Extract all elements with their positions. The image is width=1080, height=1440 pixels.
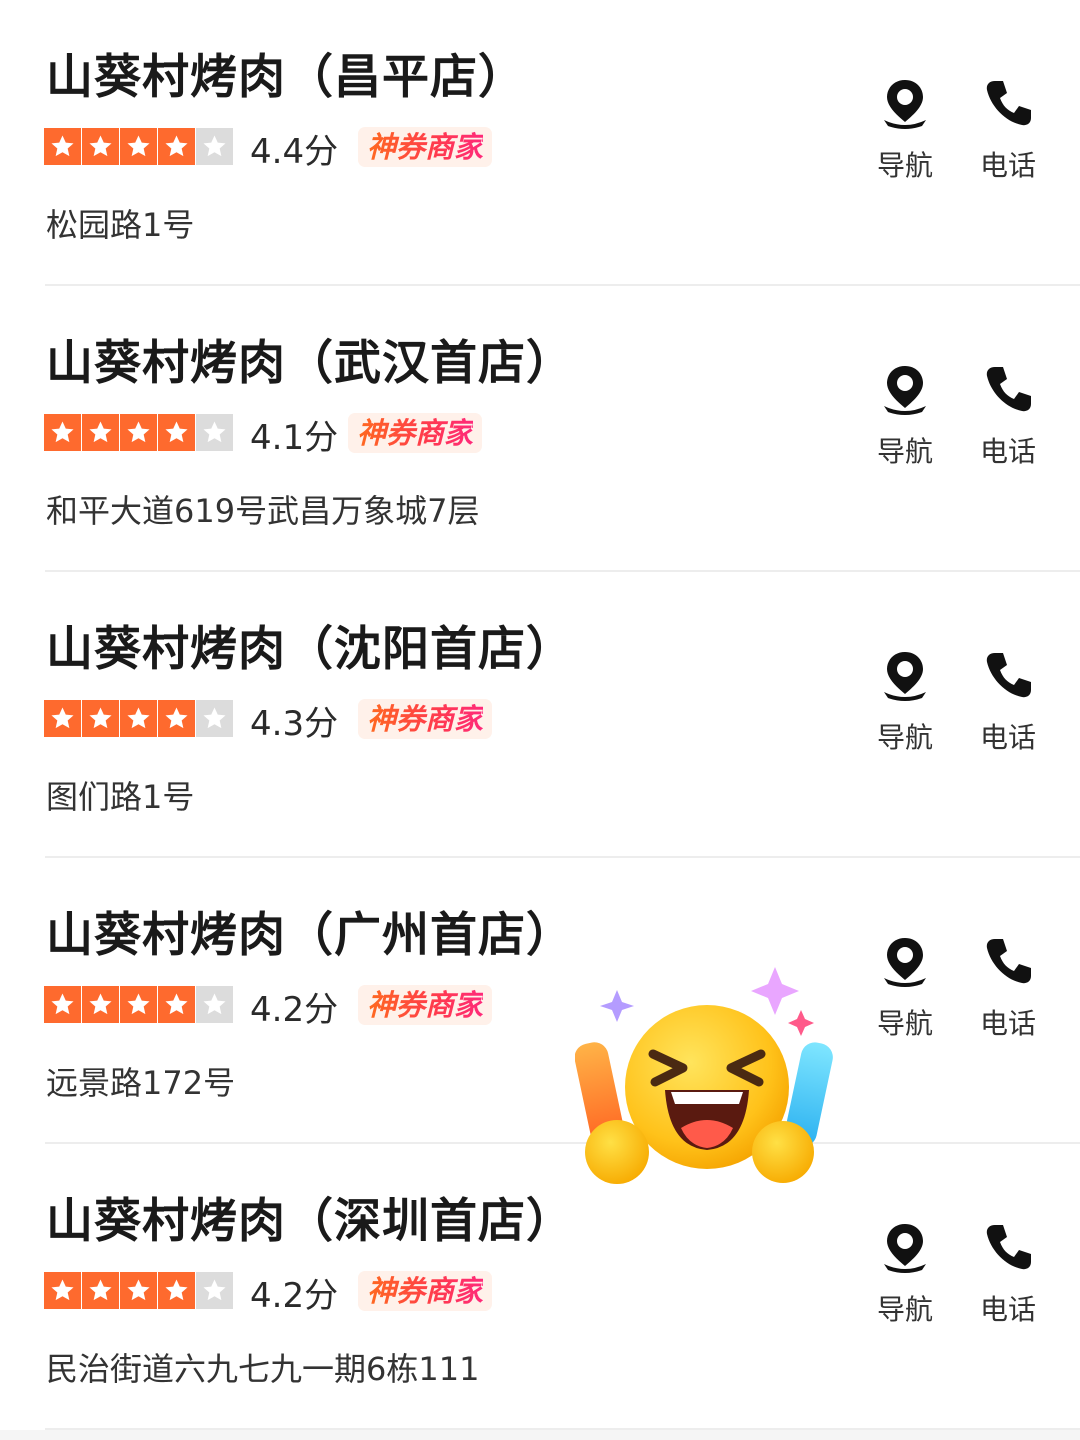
navigate-button[interactable]: 导航 <box>865 362 945 472</box>
navigate-label: 导航 <box>876 1293 933 1326</box>
call-button[interactable]: 电话 <box>968 934 1048 1044</box>
store-address: 图们路1号 <box>46 778 195 816</box>
call-label: 电话 <box>979 1293 1036 1326</box>
call-button[interactable]: 电话 <box>968 648 1048 758</box>
store-item[interactable]: 山葵村烤肉（昌平店） 4.4分 神券商家松园路1号 导航 电话 <box>0 0 1080 286</box>
location-pin-icon <box>884 366 926 415</box>
location-pin-icon <box>884 1224 926 1273</box>
store-address: 松园路1号 <box>46 206 195 244</box>
store-item[interactable]: 山葵村烤肉（武汉首店） 4.1分 神券商家和平大道619号武昌万象城7层 导航 电话 <box>0 286 1080 572</box>
store-name[interactable]: 山葵村烤肉（武汉首店） <box>46 324 574 393</box>
phone-icon <box>986 939 1031 984</box>
star-icon <box>158 414 195 451</box>
star-icon <box>44 414 81 451</box>
navigate-button[interactable]: 导航 <box>865 934 945 1044</box>
laughing-face-emoji <box>575 967 833 1184</box>
store-item[interactable]: 山葵村烤肉（深圳首店） 4.2分 神券商家民治街道六九七九一期6栋111 导航 电话 <box>0 1144 1080 1430</box>
navigate-button[interactable]: 导航 <box>865 648 945 758</box>
call-label: 电话 <box>979 1007 1036 1040</box>
store-address: 和平大道619号武昌万象城7层 <box>46 492 480 530</box>
star-icon <box>120 414 157 451</box>
rating-stars <box>44 128 233 166</box>
bottom-strip <box>0 1430 1080 1440</box>
rating-stars <box>44 414 233 452</box>
store-item[interactable]: 山葵村烤肉（沈阳首店） 4.3分 神券商家图们路1号 导航 电话 <box>0 572 1080 858</box>
rating-stars <box>44 986 233 1024</box>
star-icon <box>44 986 81 1023</box>
navigate-label: 导航 <box>876 435 933 468</box>
star-icon <box>158 700 195 737</box>
navigate-label: 导航 <box>876 1007 933 1040</box>
coupon-merchant-badge: 神券商家 <box>358 985 493 1025</box>
store-name[interactable]: 山葵村烤肉（昌平店） <box>46 38 526 107</box>
call-label: 电话 <box>979 721 1036 754</box>
badge-label: 神券商家 <box>357 416 474 450</box>
badge-label: 神券商家 <box>367 702 484 736</box>
navigate-button[interactable]: 导航 <box>865 76 945 186</box>
star-icon <box>120 1272 157 1309</box>
star-icon <box>158 986 195 1023</box>
coupon-merchant-badge: 神券商家 <box>348 413 483 453</box>
star-icon <box>196 986 233 1023</box>
star-icon <box>196 414 233 451</box>
rating-score: 4.2分 <box>250 990 339 1030</box>
navigate-button[interactable]: 导航 <box>865 1220 945 1330</box>
phone-icon <box>986 81 1031 126</box>
badge-label: 神券商家 <box>367 988 484 1022</box>
rating-score: 4.3分 <box>250 704 339 744</box>
star-icon <box>120 128 157 165</box>
star-icon <box>82 414 119 451</box>
star-icon <box>120 986 157 1023</box>
coupon-merchant-badge: 神券商家 <box>358 127 493 167</box>
star-icon <box>120 700 157 737</box>
star-icon <box>82 986 119 1023</box>
star-icon <box>158 128 195 165</box>
badge-label: 神券商家 <box>367 1274 484 1308</box>
call-button[interactable]: 电话 <box>968 76 1048 186</box>
rating-score: 4.4分 <box>250 132 339 172</box>
store-address: 民治街道六九七九一期6栋111 <box>46 1350 480 1388</box>
call-label: 电话 <box>979 435 1036 468</box>
store-name[interactable]: 山葵村烤肉（广州首店） <box>46 896 574 965</box>
store-name[interactable]: 山葵村烤肉（深圳首店） <box>46 1182 574 1251</box>
rating-score: 4.1分 <box>250 418 339 458</box>
call-label: 电话 <box>979 149 1036 182</box>
coupon-merchant-badge: 神券商家 <box>358 1271 493 1311</box>
rating-stars <box>44 700 233 738</box>
location-pin-icon <box>884 80 926 129</box>
star-icon <box>82 1272 119 1309</box>
call-button[interactable]: 电话 <box>968 1220 1048 1330</box>
phone-icon <box>986 367 1031 412</box>
phone-icon <box>986 653 1031 698</box>
location-pin-icon <box>884 938 926 987</box>
store-address: 远景路172号 <box>46 1064 236 1102</box>
star-icon <box>44 1272 81 1309</box>
rating-score: 4.2分 <box>250 1276 339 1316</box>
star-icon <box>196 700 233 737</box>
coupon-merchant-badge: 神券商家 <box>358 699 493 739</box>
call-button[interactable]: 电话 <box>968 362 1048 472</box>
badge-label: 神券商家 <box>367 130 484 164</box>
navigate-label: 导航 <box>876 149 933 182</box>
star-icon <box>82 700 119 737</box>
star-icon <box>196 1272 233 1309</box>
store-item[interactable]: 山葵村烤肉（广州首店） 4.2分 神券商家远景路172号 导航 电话 <box>0 858 1080 1144</box>
star-icon <box>44 128 81 165</box>
star-icon <box>158 1272 195 1309</box>
rating-stars <box>44 1272 233 1310</box>
location-pin-icon <box>884 652 926 701</box>
navigate-label: 导航 <box>876 721 933 754</box>
star-icon <box>196 128 233 165</box>
store-name[interactable]: 山葵村烤肉（沈阳首店） <box>46 610 574 679</box>
star-icon <box>82 128 119 165</box>
star-icon <box>44 700 81 737</box>
phone-icon <box>986 1225 1031 1270</box>
